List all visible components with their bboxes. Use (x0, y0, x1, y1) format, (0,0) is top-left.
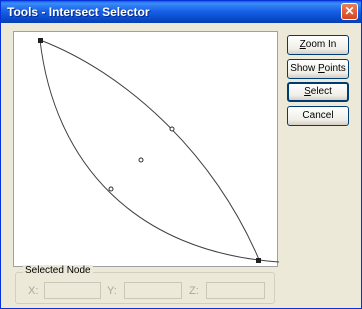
upper-curve (39, 39, 261, 263)
cancel-label: Cancel (302, 110, 334, 121)
selected-node-label: Selected Node (23, 265, 93, 276)
show-points-accelerator: P (318, 63, 325, 74)
select-label-post: elect (310, 86, 332, 97)
x-field[interactable] (44, 282, 101, 299)
close-button[interactable]: ✕ (341, 3, 358, 20)
window-title: Tools - Intersect Selector (7, 5, 150, 19)
y-field[interactable] (124, 282, 182, 299)
intersect-canvas[interactable] (13, 31, 279, 267)
curve-endpoint-bottom-right (256, 258, 261, 263)
show-points-button[interactable]: Show Points (287, 59, 349, 79)
close-icon: ✕ (344, 4, 355, 18)
show-points-label-pre: Show (290, 63, 318, 74)
y-label: Y: (107, 285, 117, 297)
lower-curve-midpoint (108, 186, 114, 192)
center-point (138, 157, 144, 163)
show-points-label-post: oints (324, 63, 346, 74)
zoom-in-label-post: oom In (305, 39, 337, 50)
z-label: Z: (189, 285, 199, 297)
upper-curve-midpoint (169, 126, 175, 132)
select-accelerator: S (304, 86, 311, 97)
z-field[interactable] (206, 282, 265, 299)
cancel-button[interactable]: Cancel (287, 106, 349, 126)
x-label: X: (28, 285, 39, 297)
zoom-in-button[interactable]: Zoom In (287, 35, 349, 55)
lower-curve (39, 39, 279, 263)
intersect-selector-window: Tools - Intersect Selector ✕ Zoom In Sho… (0, 0, 362, 309)
curve-endpoint-top-left (38, 38, 43, 43)
curves-drawing (38, 38, 279, 263)
select-button[interactable]: Select (287, 82, 349, 102)
title-bar[interactable]: Tools - Intersect Selector ✕ (1, 1, 361, 23)
